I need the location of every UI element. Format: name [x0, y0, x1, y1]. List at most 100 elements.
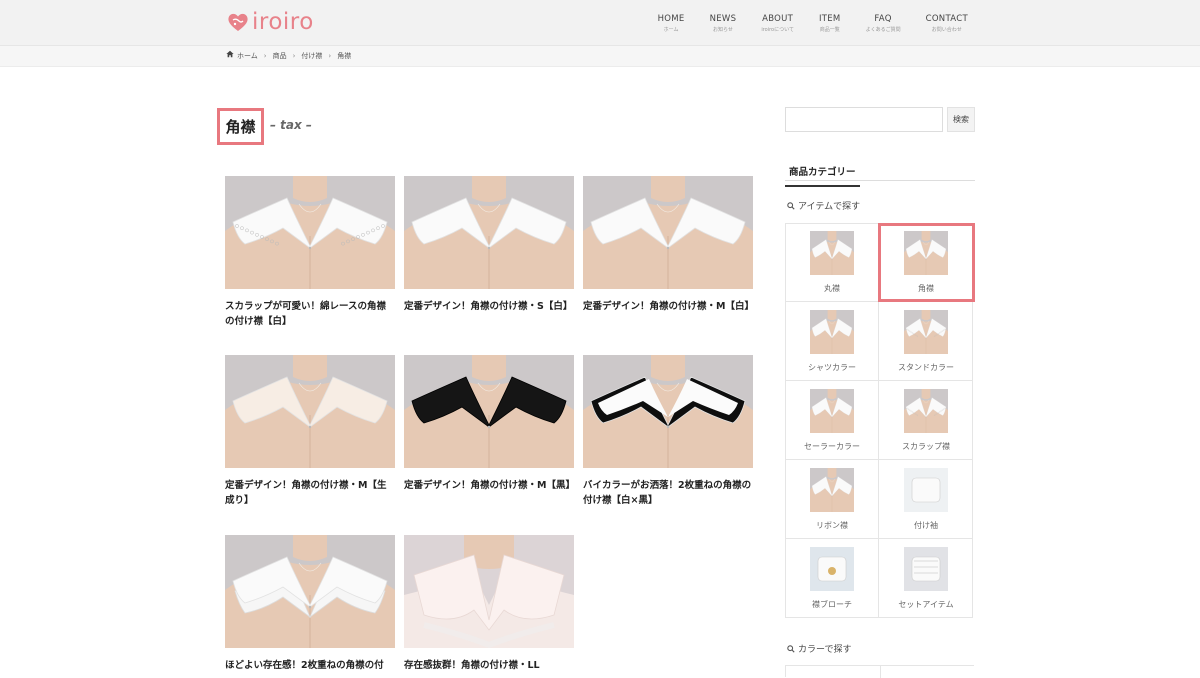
category-item[interactable]: スタンドカラー [879, 302, 973, 381]
category-item[interactable]: リボン襟 [785, 460, 879, 539]
product-name[interactable]: 定番デザイン！角襟の付け襟・S【白】 [404, 299, 574, 314]
product-card[interactable]: ほどよい存在感！2枚重ねの角襟の付 [225, 535, 395, 673]
category-thumbnail[interactable] [904, 547, 948, 591]
category-label[interactable]: シャツカラー [785, 362, 879, 373]
breadcrumb-bar: ホーム › 商品 › 付け襟 › 角襟 [0, 46, 1200, 67]
nav-item-home[interactable]: HOME ホーム [658, 14, 685, 34]
page-title-highlight: 角襟 [217, 108, 264, 145]
category-thumbnail[interactable] [810, 547, 854, 591]
category-item[interactable]: 付け袖 [879, 460, 973, 539]
nav-label: ABOUT [762, 14, 794, 24]
category-item[interactable]: 襟ブローチ [785, 539, 879, 618]
search-icon [787, 201, 795, 210]
breadcrumb-current: 角襟 [337, 52, 352, 60]
category-label[interactable]: スタンドカラー [879, 362, 973, 373]
product-name[interactable]: 存在感抜群！角襟の付け襟・LL [404, 658, 574, 673]
logo-text: iroiro [252, 9, 314, 35]
breadcrumb-separator-icon: › [328, 52, 332, 60]
product-image[interactable] [225, 176, 395, 289]
category-label[interactable]: 角襟 [879, 283, 973, 294]
breadcrumb-home[interactable]: ホーム [237, 50, 258, 62]
product-name[interactable]: 定番デザイン！角襟の付け襟・M【黒】 [404, 478, 575, 493]
category-item[interactable]: セーラーカラー [785, 381, 879, 460]
main-nav: HOME ホーム NEWS お知らせ ABOUT iroiroについて ITEM… [633, 14, 968, 34]
product-card[interactable]: 定番デザイン！角襟の付け襟・M【黒】 [404, 355, 575, 493]
breadcrumb-separator-icon: › [263, 52, 267, 60]
nav-label: NEWS [709, 14, 737, 24]
product-card[interactable]: 定番デザイン！角襟の付け襟・M【生成り】 [225, 355, 395, 508]
category-thumbnail[interactable] [810, 231, 854, 275]
product-name[interactable]: バイカラーがお洒落！2枚重ねの角襟の付け襟【白×黒】 [583, 478, 753, 508]
category-item[interactable]: 丸襟 [785, 223, 879, 302]
site-header: iroiro HOME ホーム NEWS お知らせ ABOUT iroiroにつ… [0, 0, 1200, 46]
category-item[interactable]: スカラップ襟 [879, 381, 973, 460]
category-label[interactable]: 付け袖 [879, 520, 973, 531]
color-section-label: カラーで探す [798, 645, 852, 655]
breadcrumb: ホーム › 商品 › 付け襟 › 角襟 [226, 50, 351, 62]
product-name[interactable]: ほどよい存在感！2枚重ねの角襟の付 [225, 658, 395, 673]
category-thumbnail[interactable] [904, 231, 948, 275]
breadcrumb-separator-icon: › [292, 52, 296, 60]
home-icon[interactable] [226, 50, 234, 62]
nav-sublabel: よくあるご質問 [865, 27, 901, 33]
product-name[interactable]: 定番デザイン！角襟の付け襟・M【生成り】 [225, 478, 395, 508]
product-image[interactable] [583, 176, 753, 289]
widget-title-text: 商品カテゴリー [785, 166, 860, 187]
product-image[interactable] [225, 535, 395, 648]
nav-sublabel: iroiroについて [761, 27, 794, 33]
product-card[interactable]: 定番デザイン！角襟の付け襟・S【白】 [404, 176, 574, 314]
page-title-taxonomy: – tax – [270, 118, 312, 132]
nav-item-contact[interactable]: CONTACT お問い合わせ [926, 14, 968, 34]
category-label[interactable]: セーラーカラー [785, 441, 879, 452]
product-card[interactable]: バイカラーがお洒落！2枚重ねの角襟の付け襟【白×黒】 [583, 355, 753, 508]
nav-label: CONTACT [925, 14, 968, 24]
search-icon [787, 644, 795, 653]
category-label[interactable]: セットアイテム [879, 599, 973, 610]
color-section-heading: カラーで探す [787, 642, 851, 655]
product-image[interactable] [583, 355, 753, 468]
category-label[interactable]: リボン襟 [785, 520, 879, 531]
nav-sublabel: 商品一覧 [819, 27, 840, 33]
nav-sublabel: お知らせ [712, 27, 733, 33]
product-image[interactable] [225, 355, 395, 468]
nav-item-faq[interactable]: FAQ よくあるご質問 [866, 14, 901, 34]
product-card[interactable]: 定番デザイン！角襟の付け襟・M【白】 [583, 176, 754, 314]
category-label[interactable]: 丸襟 [785, 283, 879, 294]
category-grid: 丸襟 角襟シャツカラー スタンドカラーセーラーカラー スカラップ襟リボン襟 付け袖襟ブロ… [785, 223, 974, 618]
category-thumbnail[interactable] [904, 468, 948, 512]
search-input[interactable] [785, 107, 943, 132]
nav-sublabel: ホーム [663, 27, 679, 33]
category-item[interactable]: セットアイテム [879, 539, 973, 618]
page-title: 角襟 [225, 118, 256, 136]
category-label[interactable]: 襟ブローチ [785, 599, 879, 610]
category-thumbnail[interactable] [810, 468, 854, 512]
search-button[interactable]: 検索 [947, 107, 975, 132]
category-thumbnail[interactable] [904, 389, 948, 433]
nav-item-about[interactable]: ABOUT iroiroについて [761, 14, 794, 34]
item-section-heading: アイテムで探す [787, 199, 860, 212]
category-thumbnail[interactable] [904, 310, 948, 354]
nav-label: FAQ [874, 14, 892, 24]
site-logo[interactable]: iroiro [226, 9, 314, 35]
nav-label: ITEM [818, 14, 841, 24]
logo-mark-icon [226, 10, 250, 34]
color-grid [785, 665, 974, 678]
breadcrumb-collars[interactable]: 付け襟 [301, 50, 322, 62]
item-section-label: アイテムで探す [798, 202, 861, 212]
category-item[interactable]: シャツカラー [785, 302, 879, 381]
nav-item-item[interactable]: ITEM 商品一覧 [819, 14, 841, 34]
nav-item-news[interactable]: NEWS お知らせ [710, 14, 737, 34]
product-image[interactable] [404, 355, 574, 468]
category-item[interactable]: 角襟 [879, 223, 973, 302]
nav-sublabel: お問い合わせ [931, 27, 962, 33]
product-image[interactable] [404, 176, 574, 289]
product-name[interactable]: スカラップが可愛い！綿レースの角襟の付け襟【白】 [225, 299, 395, 329]
category-label[interactable]: スカラップ襟 [879, 441, 973, 452]
category-thumbnail[interactable] [810, 389, 854, 433]
product-name[interactable]: 定番デザイン！角襟の付け襟・M【白】 [583, 299, 754, 314]
breadcrumb-products[interactable]: 商品 [273, 50, 287, 62]
product-image[interactable] [404, 535, 574, 648]
category-thumbnail[interactable] [810, 310, 854, 354]
product-card[interactable]: 存在感抜群！角襟の付け襟・LL [404, 535, 574, 673]
product-card[interactable]: スカラップが可愛い！綿レースの角襟の付け襟【白】 [225, 176, 395, 329]
